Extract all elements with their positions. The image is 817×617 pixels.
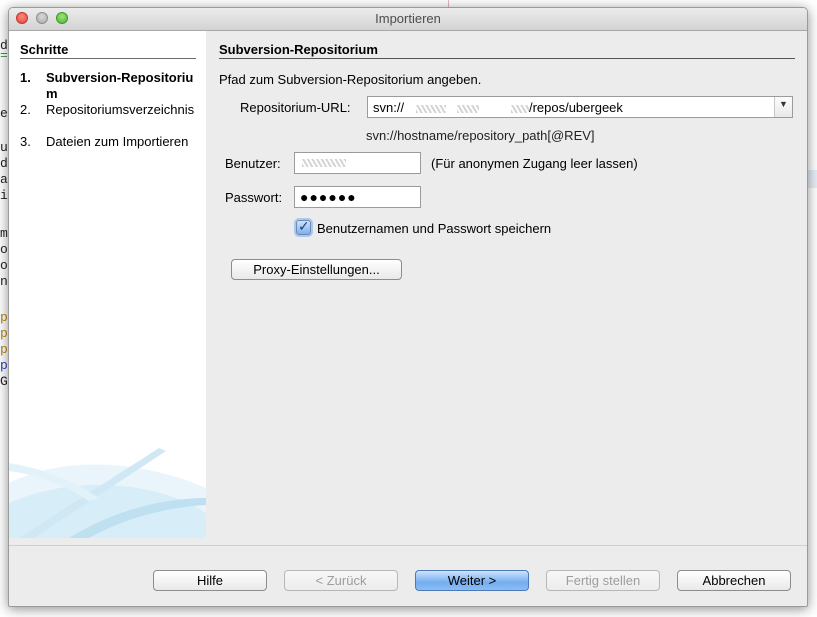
repository-url-format-hint: svn://hostname/repository_path[@REV] <box>366 128 595 143</box>
editor-line: = <box>0 48 8 63</box>
cancel-button[interactable]: Abbrechen <box>677 570 791 591</box>
editor-line: p <box>0 310 8 325</box>
editor-line: m <box>0 226 8 241</box>
proxy-settings-button[interactable]: Proxy-Einstellungen... <box>231 259 402 280</box>
step-item-repository: 1. Subversion-Repositorium <box>20 70 200 102</box>
user-label: Benutzer: <box>225 156 281 171</box>
redacted-host-part <box>415 104 446 113</box>
user-hint-text: (Für anonymen Zugang leer lassen) <box>431 156 638 171</box>
save-credentials-checkbox[interactable]: ✓ <box>296 218 311 235</box>
title-divider <box>219 58 795 59</box>
editor-line: i <box>0 188 8 203</box>
steps-panel: Schritte 1. Subversion-Repositorium 2. R… <box>9 31 206 538</box>
editor-line: e <box>0 106 8 121</box>
user-input[interactable] <box>294 152 421 174</box>
next-button[interactable]: Weiter > <box>415 570 529 591</box>
repository-url-combobox[interactable]: svn:// /repos/ubergeek ▼ <box>367 96 793 118</box>
editor-line: p <box>0 358 8 373</box>
footer-divider <box>9 545 807 546</box>
editor-line: o <box>0 242 8 257</box>
decorative-swoosh-image <box>9 448 206 538</box>
step-item-files-to-import: 3. Dateien zum Importieren <box>20 134 200 166</box>
dropdown-button[interactable]: ▼ <box>774 97 792 117</box>
page-title: Subversion-Repositorium <box>219 42 378 57</box>
title-bar[interactable]: Importieren <box>9 8 807 31</box>
redacted-username <box>302 159 346 167</box>
chevron-down-icon: ▼ <box>779 99 788 109</box>
back-button[interactable]: < Zurück <box>284 570 398 591</box>
password-input[interactable]: ●●●●●● <box>294 186 421 208</box>
import-dialog: Importieren Schritte 1. Subversion-Repos… <box>8 7 808 607</box>
password-label: Passwort: <box>225 190 283 205</box>
step-number: 2. <box>20 102 31 117</box>
checkmark-icon: ✓ <box>298 218 310 234</box>
repository-url-value: svn:// /repos/ubergeek <box>373 100 623 115</box>
step-label: Subversion-Repositorium <box>46 70 194 101</box>
help-button[interactable]: Hilfe <box>153 570 267 591</box>
editor-line: d <box>0 156 8 171</box>
redacted-host-part <box>457 104 480 113</box>
editor-line: o <box>0 258 8 273</box>
step-number: 3. <box>20 134 31 149</box>
password-value: ●●●●●● <box>300 189 357 205</box>
editor-line: a <box>0 172 8 187</box>
repository-url-label: Repositorium-URL: <box>240 100 351 115</box>
editor-line: u <box>0 140 8 155</box>
editor-line: G <box>0 374 8 389</box>
window-title: Importieren <box>375 11 441 26</box>
save-credentials-label[interactable]: Benutzernamen und Passwort speichern <box>317 221 551 236</box>
editor-line: n <box>0 274 8 289</box>
instruction-text: Pfad zum Subversion-Repositorium angeben… <box>219 72 482 87</box>
step-label: Dateien zum Importieren <box>46 134 189 149</box>
steps-title: Schritte <box>20 42 69 57</box>
repository-url-suffix: /repos/ubergeek <box>528 100 623 115</box>
editor-line: p <box>0 342 8 357</box>
repository-url-prefix: svn:// <box>373 100 405 115</box>
editor-line: p <box>0 326 8 341</box>
finish-button[interactable]: Fertig stellen <box>546 570 660 591</box>
redacted-host-part <box>510 104 529 113</box>
steps-divider <box>20 58 196 59</box>
step-number: 1. <box>20 70 31 85</box>
step-item-repository-folder: 2. Repositoriumsverzeichnis <box>20 102 200 134</box>
step-label: Repositoriumsverzeichnis <box>46 102 195 117</box>
